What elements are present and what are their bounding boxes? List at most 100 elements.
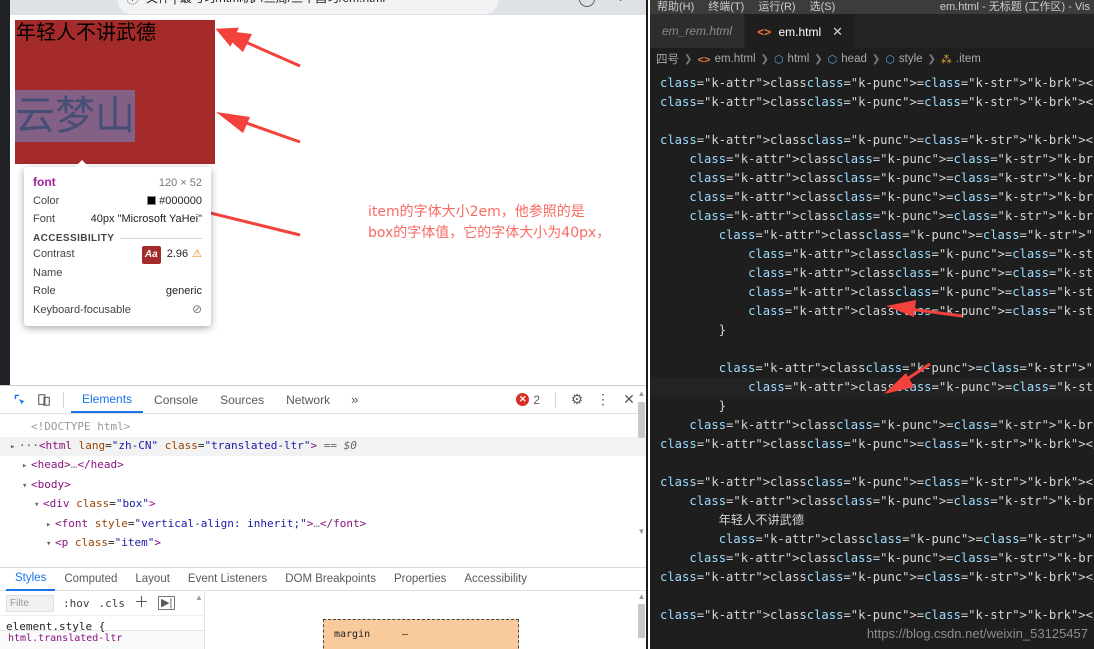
bookmark-star-icon[interactable]: ☆ [538,0,550,4]
code-line[interactable] [660,454,1094,473]
gear-icon[interactable]: ⚙ [565,389,589,411]
box-model-scrollbar[interactable]: ▲ [637,593,646,638]
tab-sources[interactable]: Sources [209,386,275,413]
device-toolbar-icon[interactable] [32,389,56,411]
code-line[interactable]: class="k-attr">classclass="k-punc">=clas… [660,93,1094,112]
twisty-icon[interactable]: ▸ [46,516,55,535]
twisty-icon[interactable]: ▸ [22,457,31,476]
code-line[interactable]: class="k-attr">classclass="k-punc">=clas… [660,606,1094,625]
code-line[interactable]: class="k-attr">classclass="k-punc">=clas… [660,226,1094,245]
code-line[interactable]: class="k-attr">classclass="k-punc">=clas… [660,568,1094,587]
sidebar-tab-computed[interactable]: Computed [55,568,126,591]
code-line[interactable]: class="k-attr">classclass="k-punc">=clas… [660,416,1094,435]
dom-tree-row[interactable]: ▸ <head>…</head> [0,456,646,476]
code-line[interactable]: class="k-attr">classclass="k-punc">=clas… [660,302,1094,321]
code-line[interactable]: class="k-attr">classclass="k-punc">=clas… [660,359,1094,378]
sidebar-tab-event-listeners[interactable]: Event Listeners [179,568,276,591]
code-line[interactable]: class="k-attr">classclass="k-punc">=clas… [660,549,1094,568]
styles-scrollbar[interactable]: ▲ [195,593,203,602]
breadcrumb-item[interactable]: em.html [715,53,756,65]
code-line[interactable]: class="k-attr">classclass="k-punc">=clas… [660,207,1094,226]
tab-em-rem-html[interactable]: em_rem.html [650,14,746,48]
code-line[interactable]: class="k-attr">classclass="k-punc">=clas… [660,492,1094,511]
twisty-icon[interactable]: ▾ [34,496,43,515]
breadcrumb-item[interactable]: html [788,53,810,65]
twisty-icon[interactable]: ▾ [22,477,31,496]
reload-icon[interactable]: ⟳ [74,0,85,4]
dom-tree-row[interactable]: ▾ <body> [0,476,646,496]
breadcrumb-item[interactable]: style [899,53,923,65]
search-input[interactable]: Filte [6,594,54,612]
code-line[interactable]: class="k-attr">classclass="k-punc">=clas… [660,150,1094,169]
error-count-badge[interactable]: ✕ 2 [516,393,540,407]
scrollbar-thumb-2[interactable] [638,604,645,638]
code-line[interactable]: 年轻人不讲武德 [660,511,1094,530]
code-line[interactable]: class="k-attr">classclass="k-punc">=clas… [660,245,1094,264]
dom-tree-row[interactable]: <!DOCTYPE html> [0,418,646,437]
box-model-pane: margin – ▲ [205,591,646,649]
forward-arrow-icon[interactable]: › [48,0,52,3]
inspect-element-icon[interactable] [8,389,32,411]
tab-em-html[interactable]: <> em.html ✕ [745,14,857,48]
breadcrumb-item[interactable]: 四号 [656,51,679,67]
dom-tree-row[interactable]: ▸ <font style="vertical-align: inherit;">… [0,515,646,535]
code-line[interactable] [660,587,1094,606]
back-arrow-icon[interactable]: ‹ [22,0,26,3]
code-line[interactable]: } [660,397,1094,416]
sidebar-tab-accessibility[interactable]: Accessibility [455,568,536,591]
vscode-breadcrumb: 四号 ❯ <> em.html ❯ ⬡ html ❯ ⬡ head ❯ ⬡ style ❯ ⁂ .item [650,48,1094,70]
code-line[interactable]: class="k-attr">classclass="k-punc">=clas… [660,530,1094,549]
code-line[interactable]: class="k-attr">classclass="k-punc">=clas… [660,131,1094,150]
three-dot-menu-icon[interactable]: ⋮ [614,0,627,4]
dom-tree-row[interactable]: ▾ <p class="item"> [0,534,646,554]
sidebar-tab-layout[interactable]: Layout [126,568,179,591]
code-line[interactable] [660,340,1094,359]
dom-tree[interactable]: <!DOCTYPE html> ▸ ···<html lang="zh-CN" cl… [0,414,646,567]
code-line[interactable]: } [660,321,1094,340]
code-line[interactable]: class="k-attr">classclass="k-punc">=clas… [660,169,1094,188]
dom-tree-row[interactable]: ▸ ···<html lang="zh-CN" class="translated… [0,436,646,457]
code-line[interactable]: class="k-attr">classclass="k-punc">=clas… [660,74,1094,93]
share-icon[interactable]: ⧉ [508,0,517,4]
breadcrumb-item[interactable]: head [841,53,867,65]
menu-item[interactable]: 帮助(H) [650,0,701,14]
scroll-up-arrow-icon-2[interactable]: ▲ [637,593,646,601]
dom-tree-scrollbar[interactable]: ▲ ▼ [637,390,646,536]
hov-button[interactable]: :hov [63,597,90,610]
omnibox-url[interactable]: 文件 | 最与习/html机/4三周/三十昌习/em.html [146,0,385,6]
code-line[interactable]: class="k-attr">classclass="k-punc">=clas… [660,283,1094,302]
box-model-margin[interactable]: margin – [323,619,519,649]
sidebar-tab-styles[interactable]: Styles [6,568,56,591]
dom-tree-row[interactable]: ▾ <div class="box"> [0,495,646,515]
plus-icon[interactable]: ＋ [134,595,149,610]
menu-item[interactable]: 终端(T) [701,0,751,14]
code-line[interactable]: class="k-attr">classclass="k-punc">=clas… [660,264,1094,283]
toggle-panel-icon[interactable]: ▶| [158,596,176,610]
sidebar-tab-dom-breakpoints[interactable]: DOM Breakpoints [276,568,385,591]
code-line[interactable]: class="k-attr">classclass="k-punc">=clas… [660,188,1094,207]
cls-button[interactable]: .cls [99,597,126,610]
tab-network[interactable]: Network [275,386,341,413]
twisty-icon[interactable]: ▸ [10,438,19,457]
menu-item[interactable]: 运行(R) [751,0,802,14]
code-line[interactable]: class="k-attr">classclass="k-punc">=clas… [660,473,1094,492]
browser-omnibox-bar[interactable]: ‹ › ⟳ ⓘ 文件 | 最与习/html机/4三周/三十昌习/em.html … [0,0,646,15]
tab-elements[interactable]: Elements [71,386,144,413]
code-editor[interactable]: class="k-attr">classclass="k-punc">=clas… [650,70,1094,630]
menu-item[interactable]: 选(S) [803,0,843,14]
more-tabs-icon[interactable]: » [341,392,368,407]
tab-console[interactable]: Console [143,386,209,413]
breadcrumb-item[interactable]: .item [956,53,981,65]
page-info-icon[interactable]: ⓘ [126,0,139,7]
code-line[interactable]: class="k-attr">classclass="k-punc">=clas… [650,378,1094,397]
code-line[interactable] [660,112,1094,131]
sidebar-tab-properties[interactable]: Properties [385,568,455,591]
profile-icon[interactable]: ◯ [578,0,596,8]
close-icon[interactable]: ✕ [832,24,843,40]
scroll-up-arrow-icon[interactable]: ▲ [637,390,646,398]
code-line[interactable]: class="k-attr">classclass="k-punc">=clas… [660,435,1094,454]
scrollbar-thumb[interactable] [638,402,645,438]
twisty-icon[interactable]: ▾ [46,535,55,554]
scroll-down-arrow-icon[interactable]: ▼ [637,528,646,536]
three-dot-vertical-icon[interactable]: ⋮ [591,389,615,411]
